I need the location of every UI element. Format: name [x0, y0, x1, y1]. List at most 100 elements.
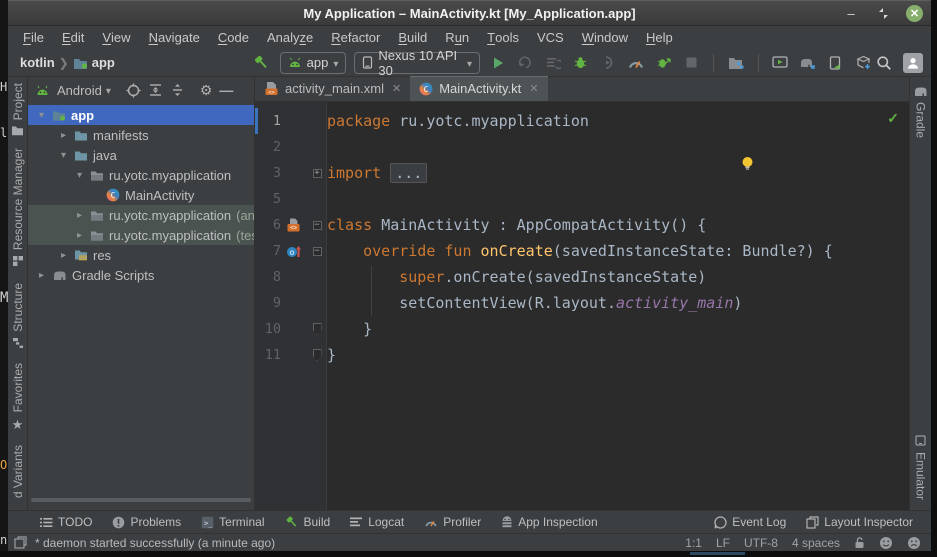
line-number[interactable]: 6 — [255, 217, 281, 233]
unlock-icon[interactable] — [854, 536, 865, 549]
menu-file[interactable]: File — [14, 26, 53, 49]
line-number[interactable]: 3 — [255, 165, 281, 181]
build-hammer-button[interactable] — [252, 52, 272, 74]
breadcrumb-item[interactable]: app — [92, 55, 115, 70]
code-line[interactable]: 5 — [255, 186, 909, 212]
line-separator[interactable]: LF — [716, 536, 730, 550]
gradle-sync-button[interactable] — [798, 52, 818, 74]
profiler-button[interactable] — [626, 52, 646, 74]
sidebar-item-build-variants[interactable]: d Variants — [11, 445, 25, 498]
logcat-button[interactable]: Logcat — [342, 511, 412, 533]
line-number[interactable]: 8 — [255, 269, 281, 285]
apply-code-changes-button[interactable] — [543, 52, 563, 74]
line-number[interactable]: 10 — [255, 321, 281, 337]
line-number[interactable]: 5 — [255, 191, 281, 207]
sdk-manager-button[interactable] — [853, 52, 873, 74]
chevron-collapsed-icon[interactable]: ▸ — [74, 230, 85, 241]
code-line[interactable]: 10 } — [255, 316, 909, 342]
terminal-button[interactable]: >_ Terminal — [193, 511, 272, 533]
stop-button[interactable] — [681, 52, 701, 74]
sidebar-item-structure[interactable]: Structure — [11, 283, 25, 349]
fold-collapse-icon[interactable]: − — [313, 221, 322, 230]
intention-lightbulb-icon[interactable] — [741, 156, 754, 171]
close-tab-icon[interactable]: ✕ — [392, 82, 401, 95]
fold-expand-icon[interactable]: + — [313, 169, 322, 178]
file-encoding[interactable]: UTF-8 — [744, 536, 778, 550]
tab-mainactivity-kt[interactable]: C MainActivity.kt ✕ — [410, 76, 547, 101]
code-editor[interactable]: 1 package ru.yotc.myapplication 2 3 + im… — [255, 102, 909, 510]
expand-all-button[interactable] — [148, 83, 163, 97]
tree-item-app[interactable]: ▾ app — [28, 105, 254, 125]
tree-item-package-androidtest[interactable]: ▸ ru.yotc.myapplication (and — [28, 205, 254, 225]
code-line[interactable]: 11 } — [255, 342, 909, 368]
hide-panel-button[interactable]: — — [219, 82, 233, 98]
restore-button[interactable] — [874, 4, 892, 22]
code-line[interactable]: 3 + import ... — [255, 160, 909, 186]
menu-edit[interactable]: Edit — [53, 26, 93, 49]
running-devices-button[interactable] — [770, 52, 790, 74]
menu-code[interactable]: Code — [209, 26, 258, 49]
inspection-ok-icon[interactable]: ✓ — [887, 110, 899, 127]
fold-end-icon[interactable] — [313, 349, 322, 361]
tree-item-manifests[interactable]: ▸ manifests — [28, 125, 254, 145]
problems-button[interactable]: Problems — [104, 511, 189, 533]
line-number[interactable]: 7 — [255, 243, 281, 259]
device-file-explorer-button[interactable] — [726, 52, 746, 74]
menu-tools[interactable]: Tools — [478, 26, 528, 49]
tree-item-mainactivity[interactable]: C MainActivity — [28, 185, 254, 205]
layout-inspector-button[interactable]: Layout Inspector — [798, 511, 921, 533]
menu-window[interactable]: Window — [573, 26, 637, 49]
sidebar-item-gradle[interactable]: Gradle — [913, 85, 928, 138]
chevron-collapsed-icon[interactable]: ▸ — [58, 130, 69, 141]
sidebar-item-project[interactable]: Project — [11, 83, 25, 136]
close-tab-icon[interactable]: ✕ — [529, 82, 538, 95]
fold-end-icon[interactable] — [313, 323, 322, 335]
overrides-method-icon[interactable]: o — [286, 245, 302, 258]
search-everywhere-button[interactable] — [873, 52, 895, 74]
menu-build[interactable]: Build — [389, 26, 436, 49]
tree-item-java[interactable]: ▾ java — [28, 145, 254, 165]
related-layout-file-icon[interactable]: <> — [286, 217, 302, 233]
collapse-all-button[interactable] — [170, 83, 185, 97]
event-log-button[interactable]: Event Log — [706, 511, 794, 533]
close-button[interactable]: ✕ — [906, 5, 923, 22]
device-select[interactable]: Nexus 10 API 30 — [354, 52, 480, 74]
app-inspection-button[interactable]: App Inspection — [493, 511, 605, 533]
debug-button[interactable] — [571, 52, 591, 74]
code-line[interactable]: 8 super.onCreate(savedInstanceState) — [255, 264, 909, 290]
profile-low-overhead-button[interactable] — [654, 52, 674, 74]
device-manager-button[interactable] — [826, 52, 846, 74]
breadcrumb-module[interactable]: kotlin — [20, 55, 55, 70]
happy-face-icon[interactable] — [879, 536, 893, 550]
fold-collapse-icon[interactable]: − — [313, 247, 322, 256]
tree-item-res[interactable]: ▸ res — [28, 245, 254, 265]
user-avatar[interactable] — [903, 53, 923, 73]
caret-position[interactable]: 1:1 — [685, 536, 702, 550]
todo-button[interactable]: TODO — [32, 511, 100, 533]
run-button[interactable] — [488, 52, 508, 74]
sidebar-item-resource-manager[interactable]: Resource Manager — [11, 148, 25, 267]
sidebar-item-favorites[interactable]: Favorites ★ — [11, 363, 25, 433]
chevron-expanded-icon[interactable]: ▾ — [36, 110, 47, 121]
gear-icon[interactable]: ⚙ — [200, 82, 213, 99]
line-number[interactable]: 1 — [255, 113, 281, 129]
line-number[interactable]: 2 — [255, 139, 281, 155]
sad-face-icon[interactable] — [907, 536, 921, 550]
indent-setting[interactable]: 4 spaces — [792, 536, 840, 550]
chevron-expanded-icon[interactable]: ▾ — [74, 170, 85, 181]
code-line[interactable]: 7 o − override fun onCreate(savedInstanc… — [255, 238, 909, 264]
menu-refactor[interactable]: Refactor — [322, 26, 389, 49]
sidebar-item-emulator[interactable]: Emulator — [914, 434, 928, 500]
chevron-collapsed-icon[interactable]: ▸ — [58, 250, 69, 261]
code-line[interactable]: 1 package ru.yotc.myapplication — [255, 108, 909, 134]
code-line[interactable]: 6 <> − class MainActivity : AppCompatAct… — [255, 212, 909, 238]
tab-activity-main-xml[interactable]: <> activity_main.xml ✕ — [255, 76, 410, 101]
line-number[interactable]: 9 — [255, 295, 281, 311]
menu-view[interactable]: View — [93, 26, 139, 49]
toggle-tool-windows-icon[interactable] — [14, 536, 27, 549]
locate-file-button[interactable] — [126, 83, 141, 98]
code-line[interactable]: 9 setContentView(R.layout.activity_main) — [255, 290, 909, 316]
minimize-button[interactable]: – — [842, 4, 860, 22]
menu-analyze[interactable]: Analyze — [258, 26, 322, 49]
profiler-tab-button[interactable]: Profiler — [416, 511, 489, 533]
